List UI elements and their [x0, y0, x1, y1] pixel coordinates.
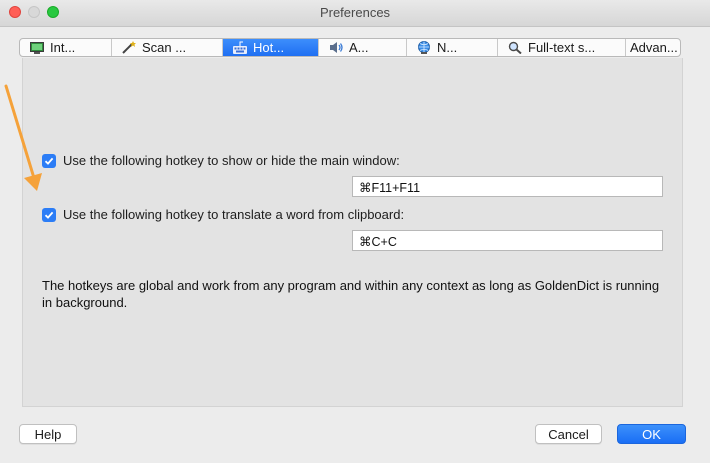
tab-label: Hot...: [253, 40, 285, 55]
tab-advanced[interactable]: Advan...: [626, 39, 680, 56]
tab-scan-popup[interactable]: Scan ...: [112, 39, 223, 56]
tab-label: Scan ...: [142, 40, 187, 55]
title-bar: Preferences: [0, 0, 710, 27]
preferences-tab-bar: Int... Scan ... Hot... A... N... Full-te…: [19, 38, 681, 57]
checkmark-icon: [44, 211, 54, 219]
preferences-window: Preferences Int... Scan ... Hot... A...: [0, 0, 710, 463]
tab-label: Int...: [50, 40, 76, 55]
annotation-arrow-icon: [4, 84, 42, 191]
help-button[interactable]: Help: [19, 424, 77, 444]
window-title: Preferences: [319, 5, 391, 20]
keyboard-icon: [233, 41, 247, 54]
tab-audio[interactable]: A...: [319, 39, 407, 56]
magic-wand-icon: [122, 41, 136, 54]
tab-label: N...: [437, 40, 458, 55]
main-window-hotkey-label: Use the following hotkey to show or hide…: [63, 153, 400, 168]
cancel-button[interactable]: Cancel: [535, 424, 602, 444]
network-icon: [417, 41, 431, 54]
main-window-hotkey-option: Use the following hotkey to show or hide…: [42, 153, 400, 168]
hotkeys-description: The hotkeys are global and work from any…: [42, 278, 660, 310]
clipboard-hotkey-checkbox[interactable]: [42, 207, 56, 222]
interface-icon: [30, 41, 44, 54]
tab-label: Advan...: [630, 40, 678, 55]
tab-interface[interactable]: Int...: [20, 39, 112, 56]
clipboard-hotkey-label: Use the following hotkey to translate a …: [63, 207, 405, 222]
main-window-hotkey-field[interactable]: ⌘F11+F11: [352, 176, 663, 197]
clipboard-hotkey-option: Use the following hotkey to translate a …: [42, 207, 404, 222]
speaker-icon: [329, 41, 343, 54]
tab-label: Full-text s...: [528, 40, 596, 55]
tab-network[interactable]: N...: [407, 39, 498, 56]
magnifier-icon: [508, 41, 522, 54]
tab-label: A...: [349, 40, 369, 55]
clipboard-hotkey-field[interactable]: ⌘C+C: [352, 230, 663, 251]
ok-button[interactable]: OK: [617, 424, 686, 444]
tab-full-text-search[interactable]: Full-text s...: [498, 39, 626, 56]
tab-hotkeys[interactable]: Hot...: [223, 39, 319, 56]
